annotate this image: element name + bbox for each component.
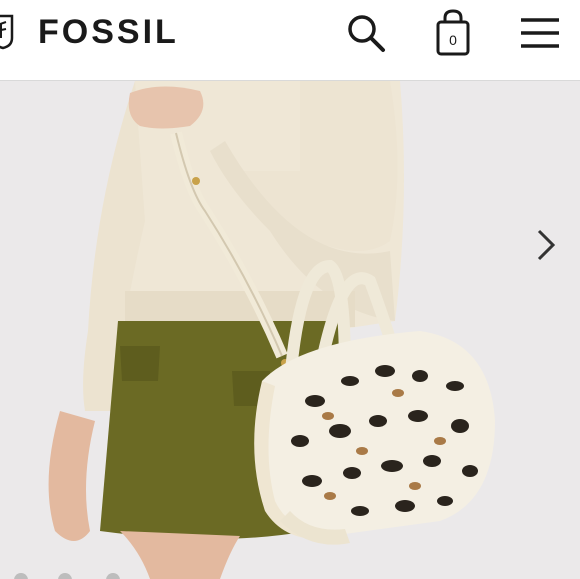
chevron-right-icon [537, 229, 556, 261]
carousel-dot[interactable] [58, 573, 72, 579]
carousel-dot[interactable] [106, 573, 120, 579]
carousel-dot[interactable] [14, 573, 28, 579]
next-slide-button[interactable] [528, 225, 564, 265]
search-button[interactable] [340, 8, 392, 58]
fossil-logo-icon[interactable] [0, 12, 14, 50]
shopping-bag-button[interactable]: 0 [428, 8, 478, 58]
bag-count: 0 [449, 32, 457, 48]
product-image-carousel[interactable] [0, 81, 580, 579]
search-icon [348, 15, 385, 52]
brand-name[interactable]: FOSSIL [38, 10, 179, 54]
site-header: FOSSIL 0 [0, 0, 580, 81]
carousel-dots [0, 573, 160, 579]
product-photo [0, 81, 580, 579]
menu-button[interactable] [512, 8, 568, 58]
hamburger-menu-icon [521, 18, 559, 48]
